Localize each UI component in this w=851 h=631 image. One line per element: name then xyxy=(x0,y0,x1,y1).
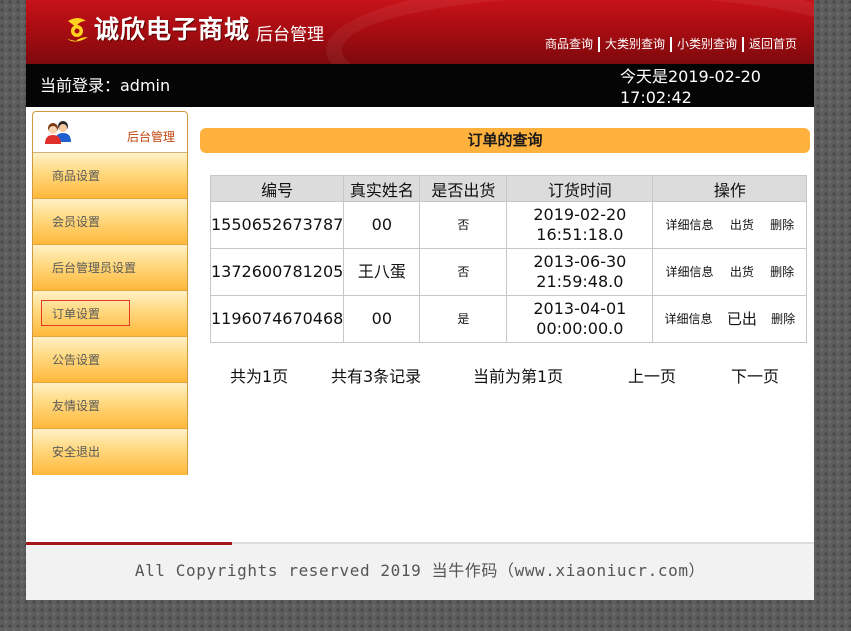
order-shipped: 是 xyxy=(419,295,508,343)
orders-table: 编号 真实姓名 是否出货 订货时间 操作 1550652673787 00 否 … xyxy=(209,175,808,343)
footer: All Copyrights reserved 2019 当牛作码（www.xi… xyxy=(26,542,814,600)
nav-category-query[interactable]: 大类别查询 xyxy=(600,36,670,52)
current-datetime: 今天是2019-02-20 17:02:42 xyxy=(620,66,790,108)
table-row: 1196074670468 00 是 2013-04-01 00:00:00.0… xyxy=(209,295,808,343)
delete-link[interactable]: 删除 xyxy=(770,215,794,235)
order-date: 2019-02-20 xyxy=(533,205,627,224)
footer-accent-line xyxy=(26,542,232,545)
nav-product-query[interactable]: 商品查询 xyxy=(540,36,598,52)
order-id: 1196074670468 xyxy=(209,295,345,343)
current-date: 今天是2019-02-20 xyxy=(620,67,761,86)
sidebar-item-label: 友情设置 xyxy=(52,399,101,413)
sidebar-item-label: 公告设置 xyxy=(52,353,101,367)
admin-page: 诚欣电子商城 后台管理 商品查询 大类别查询 小类别查询 返回首页 当前登录：a… xyxy=(26,0,814,600)
shipped-status: 已出 xyxy=(726,310,757,328)
prev-page-link[interactable]: 上一页 xyxy=(628,367,676,387)
order-time: 2013-04-01 00:00:00.0 xyxy=(506,295,654,343)
current-user-label: 当前登录：admin xyxy=(40,76,171,95)
order-clock: 00:00:00.0 xyxy=(536,319,624,338)
sidebar-header: 后台管理 xyxy=(33,112,187,153)
top-nav: 商品查询 大类别查询 小类别查询 返回首页 xyxy=(540,35,802,53)
order-clock: 21:59:48.0 xyxy=(536,272,624,291)
sidebar-item-product-settings[interactable]: 商品设置 xyxy=(33,153,187,199)
nav-subcategory-query[interactable]: 小类别查询 xyxy=(672,36,742,52)
order-shipped: 否 xyxy=(419,248,508,296)
delete-link[interactable]: 删除 xyxy=(771,309,795,329)
logo-text: 诚欣电子商城 xyxy=(94,15,251,44)
order-id: 1372600781205 xyxy=(209,248,345,296)
ship-link[interactable]: 出货 xyxy=(730,262,754,282)
admin-users-icon xyxy=(45,121,71,144)
order-id: 1550652673787 xyxy=(209,201,345,249)
sidebar-item-order-settings[interactable]: 订单设置 xyxy=(33,291,187,337)
logo-subtitle: 后台管理 xyxy=(256,25,324,45)
delete-link[interactable]: 删除 xyxy=(770,262,794,282)
order-name: 00 xyxy=(343,201,421,249)
order-shipped: 否 xyxy=(419,201,508,249)
order-date: 2013-06-30 xyxy=(533,252,627,271)
pagination: 共为1页 共有3条记录 当前为第1页 上一页 下一页 xyxy=(210,367,800,387)
order-actions: 详细信息 出货 删除 xyxy=(652,201,808,249)
order-time: 2019-02-20 16:51:18.0 xyxy=(506,201,654,249)
header-banner: 诚欣电子商城 后台管理 商品查询 大类别查询 小类别查询 返回首页 xyxy=(26,0,814,120)
detail-link[interactable]: 详细信息 xyxy=(666,215,714,235)
sidebar-item-label: 商品设置 xyxy=(52,169,101,183)
detail-link[interactable]: 详细信息 xyxy=(665,309,713,329)
sidebar-item-logout[interactable]: 安全退出 xyxy=(33,429,187,475)
order-name: 00 xyxy=(343,295,421,343)
sidebar-title: 后台管理 xyxy=(126,130,175,144)
order-name: 王八蛋 xyxy=(343,248,421,296)
table-row: 1372600781205 王八蛋 否 2013-06-30 21:59:48.… xyxy=(209,248,808,296)
status-bar: 当前登录：admin 今天是2019-02-20 17:02:42 xyxy=(26,64,814,107)
order-clock: 16:51:18.0 xyxy=(536,225,624,244)
order-actions: 详细信息 出货 删除 xyxy=(652,248,808,296)
order-time: 2013-06-30 21:59:48.0 xyxy=(506,248,654,296)
copyright-text: All Copyrights reserved 2019 当牛作码（www.xi… xyxy=(134,561,706,580)
sidebar-item-label: 后台管理员设置 xyxy=(52,261,137,275)
sidebar-item-notice-settings[interactable]: 公告设置 xyxy=(33,337,187,383)
next-page-link[interactable]: 下一页 xyxy=(731,367,779,387)
nav-home[interactable]: 返回首页 xyxy=(744,36,802,52)
order-date: 2013-04-01 xyxy=(533,299,627,318)
column-header-actions: 操作 xyxy=(652,175,808,202)
pager-current-page: 当前为第1页 xyxy=(473,367,564,386)
sidebar-item-admin-settings[interactable]: 后台管理员设置 xyxy=(33,245,187,291)
logo-mark-icon xyxy=(67,18,88,42)
detail-link[interactable]: 详细信息 xyxy=(666,262,714,282)
order-actions: 详细信息 已出 删除 xyxy=(652,295,808,343)
table-row: 1550652673787 00 否 2019-02-20 16:51:18.0… xyxy=(209,201,808,249)
pager-total-pages: 共为1页 xyxy=(230,367,289,386)
sidebar-item-label: 订单设置 xyxy=(52,307,101,321)
sidebar-item-label: 会员设置 xyxy=(52,215,101,229)
sidebar-item-link-settings[interactable]: 友情设置 xyxy=(33,383,187,429)
column-header-order-time: 订货时间 xyxy=(506,175,654,202)
page-title: 订单的查询 xyxy=(200,128,810,153)
table-header-row: 编号 真实姓名 是否出货 订货时间 操作 xyxy=(209,175,808,202)
column-header-name: 真实姓名 xyxy=(343,175,421,202)
sidebar: 后台管理 商品设置 会员设置 后台管理员设置 订单设置 公告设置 友情设置 安全… xyxy=(32,111,188,475)
current-time: 17:02:42 xyxy=(620,88,692,107)
sidebar-item-member-settings[interactable]: 会员设置 xyxy=(33,199,187,245)
pager-total-records: 共有3条记录 xyxy=(331,367,422,386)
sidebar-item-label: 安全退出 xyxy=(52,445,101,459)
ship-link[interactable]: 出货 xyxy=(730,215,754,235)
column-header-id: 编号 xyxy=(209,175,345,202)
column-header-shipped: 是否出货 xyxy=(419,175,508,202)
